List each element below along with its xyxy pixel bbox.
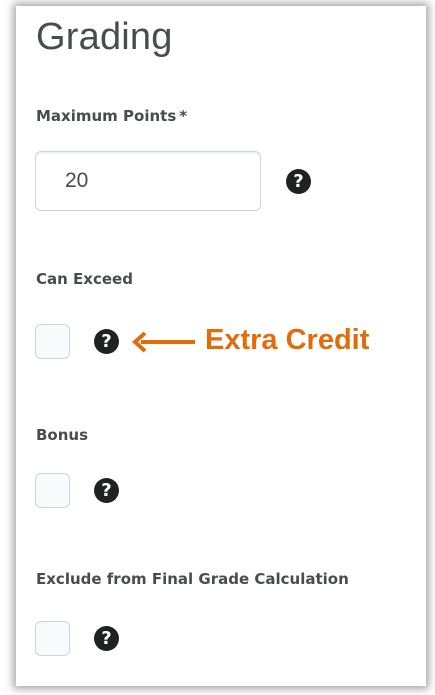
question-circle-icon[interactable]: ? [94,626,119,651]
question-circle-icon[interactable]: ? [94,329,119,354]
question-circle-icon[interactable]: ? [94,478,119,503]
left-arrow-icon [132,331,195,353]
can-exceed-label: Can Exceed [36,270,133,288]
bonus-label: Bonus [36,426,89,444]
can-exceed-checkbox[interactable] [35,324,70,359]
question-circle-icon[interactable]: ? [286,169,311,194]
bonus-checkbox[interactable] [35,473,70,508]
exclude-checkbox[interactable] [35,621,70,656]
exclude-label: Exclude from Final Grade Calculation [36,570,349,588]
extra-credit-annotation: Extra Credit [131,324,411,358]
annotation-text: Extra Credit [205,324,370,356]
required-marker: * [179,107,188,125]
max-points-label: Maximum Points * [36,107,187,125]
section-title: Grading [36,16,173,58]
max-points-input[interactable] [35,151,261,211]
max-points-label-text: Maximum Points [36,107,177,125]
